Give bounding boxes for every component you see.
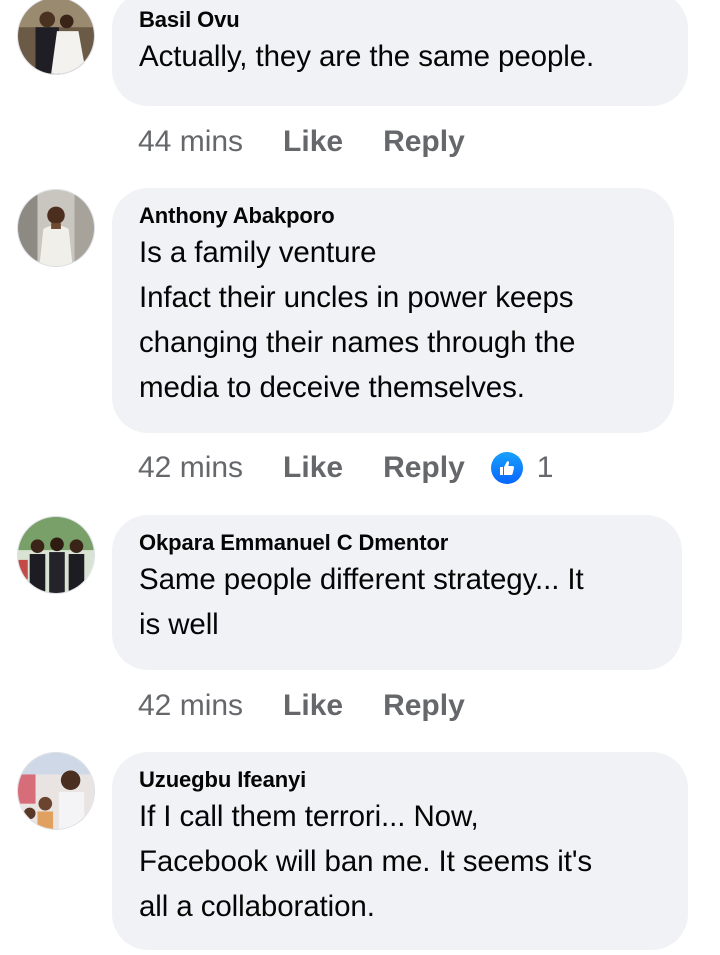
reaction-count: 1 xyxy=(536,451,554,484)
like-button[interactable]: Like xyxy=(283,451,343,485)
avatar-photo-woman xyxy=(18,190,94,266)
comment-timestamp[interactable]: 42 mins xyxy=(138,451,243,485)
avatar-photo-wedding xyxy=(18,0,94,74)
avatar-photo-group xyxy=(18,517,94,593)
comment-author[interactable]: Okpara Emmanuel C Dmentor xyxy=(139,529,656,557)
comment-author[interactable]: Uzuegbu Ifeanyi xyxy=(139,766,662,794)
comment-text: If I call them terrori... Now, Facebook … xyxy=(139,800,593,923)
comment-text: Actually, they are the same people. xyxy=(139,40,595,73)
comment-bubble: Uzuegbu Ifeanyi If I call them terrori..… xyxy=(112,752,688,950)
comment-timestamp[interactable]: 42 mins xyxy=(138,689,243,723)
comment-bubble: Basil Ovu Actually, they are the same pe… xyxy=(112,0,688,106)
comment-text: Is a family venture Infact their uncles … xyxy=(139,236,576,404)
avatar-photo-family xyxy=(18,753,94,829)
comment-bubble: Okpara Emmanuel C Dmentor Same people di… xyxy=(112,515,682,670)
like-button[interactable]: Like xyxy=(283,125,343,159)
avatar[interactable] xyxy=(17,752,95,830)
comment-actions: 42 mins Like Reply 1 xyxy=(138,448,553,488)
thumbs-up-icon xyxy=(490,452,523,484)
avatar[interactable] xyxy=(17,189,95,267)
avatar[interactable] xyxy=(17,516,95,594)
comment-author[interactable]: Basil Ovu xyxy=(139,6,662,34)
comment-author[interactable]: Anthony Abakporo xyxy=(139,202,648,230)
reaction-summary[interactable]: 1 xyxy=(490,451,554,485)
comment-bubble: Anthony Abakporo Is a family venture Inf… xyxy=(112,188,674,433)
comment-timestamp[interactable]: 44 mins xyxy=(138,125,243,159)
comment-actions: 42 mins Like Reply xyxy=(138,686,505,726)
avatar[interactable] xyxy=(17,0,95,75)
like-button[interactable]: Like xyxy=(283,689,343,723)
comment-text: Same people different strategy... It is … xyxy=(139,563,584,641)
reply-button[interactable]: Reply xyxy=(383,125,465,159)
comment-actions: 44 mins Like Reply xyxy=(138,122,505,162)
reply-button[interactable]: Reply xyxy=(383,451,465,485)
reply-button[interactable]: Reply xyxy=(383,689,465,723)
